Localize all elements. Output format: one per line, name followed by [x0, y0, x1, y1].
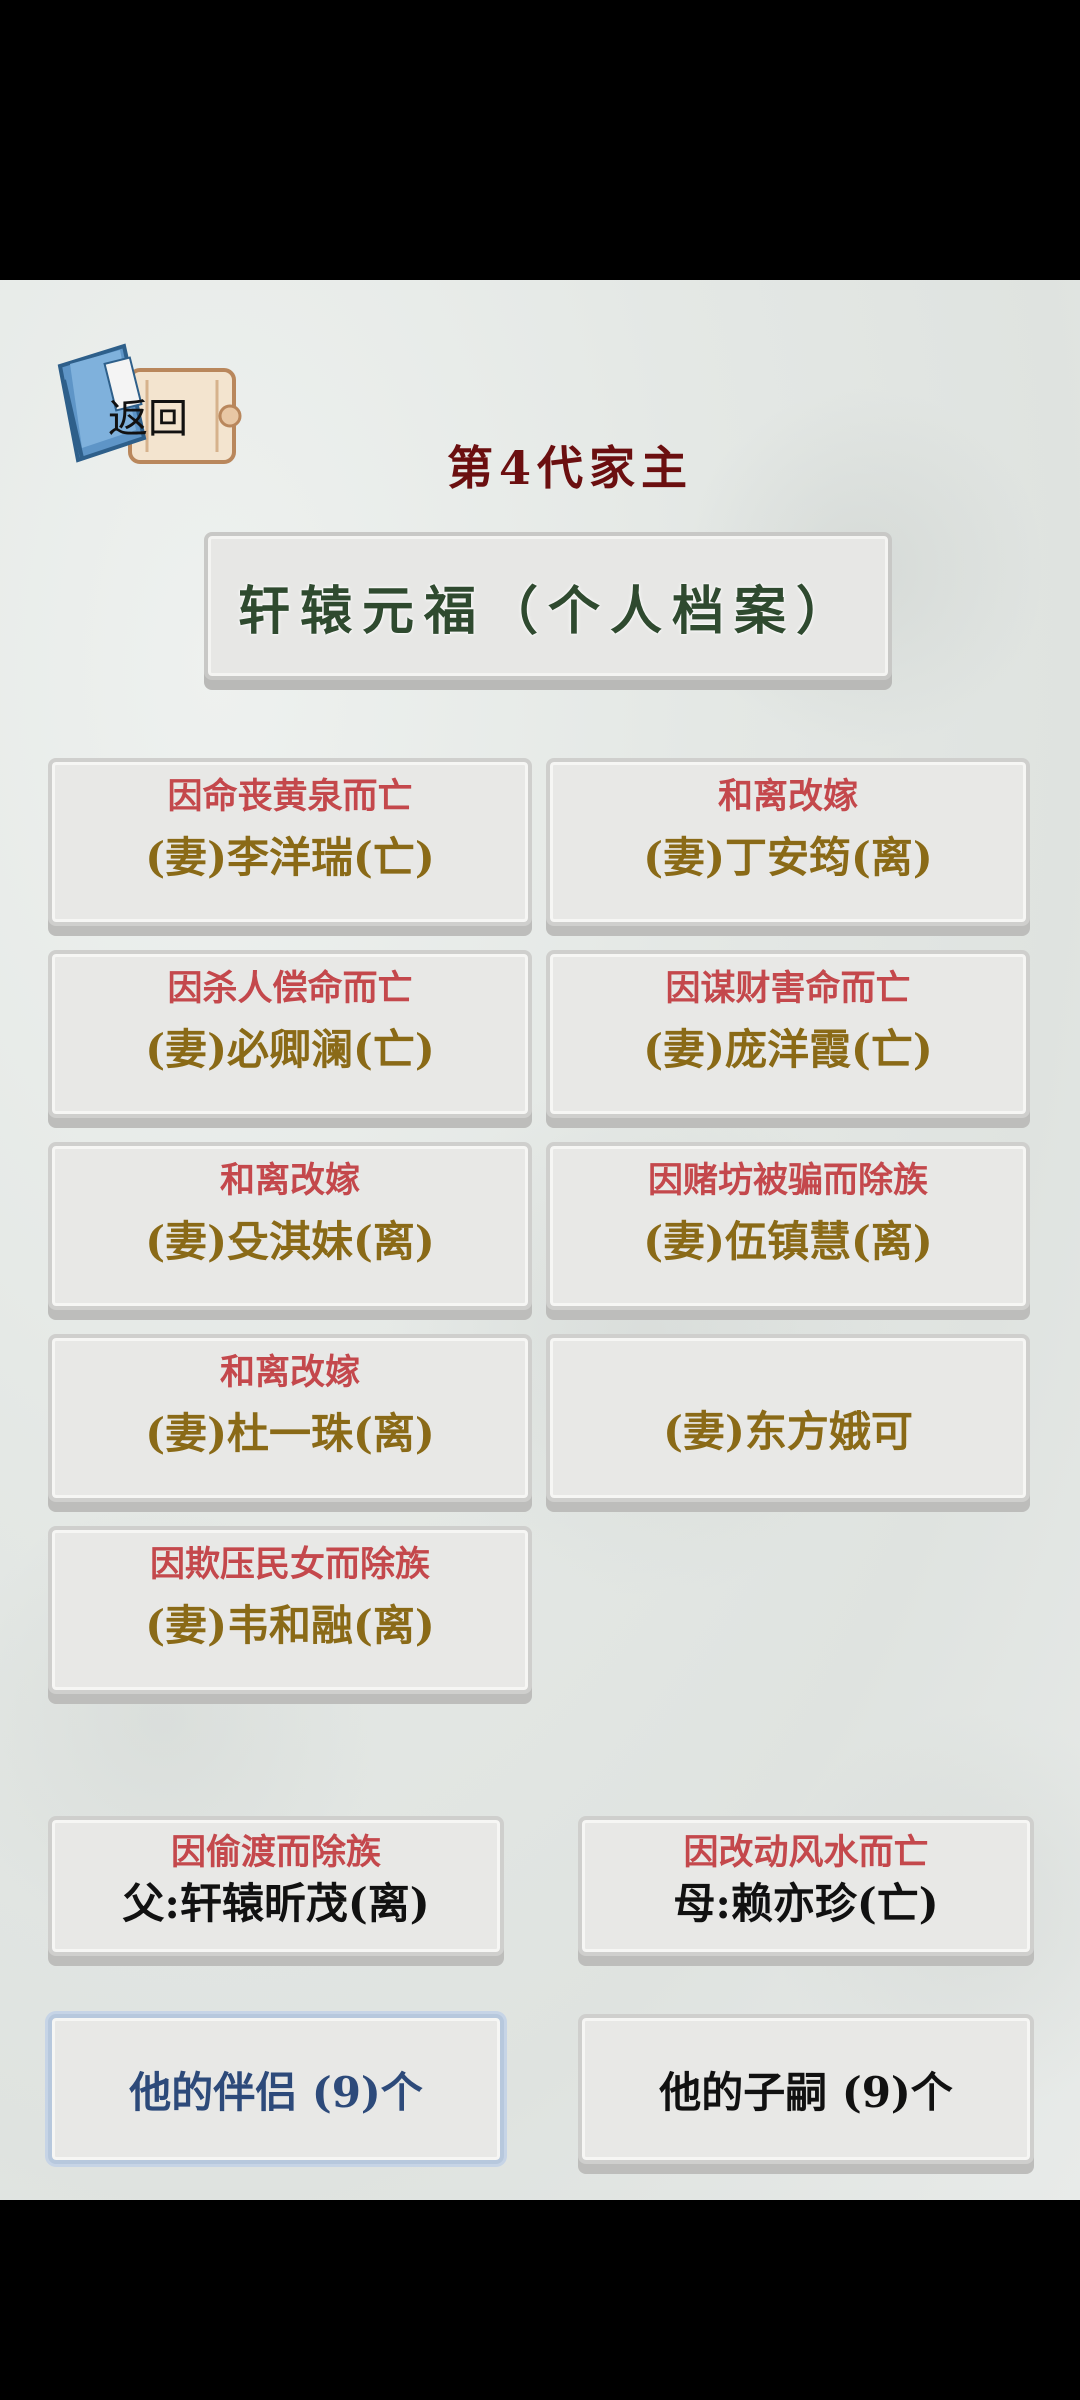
spouse-card[interactable]: (妻)东方娥可: [546, 1334, 1030, 1502]
mother-name: 母:赖亦珍(亡): [673, 1879, 939, 1928]
father-name: 父:轩辕昕茂(离): [122, 1879, 430, 1928]
screen: 返回 第4代家主 轩辕元福（个人档案） 因命丧黄泉而亡 (妻)李洋瑞(亡) 和离…: [0, 0, 1080, 2400]
spouse-status: 因赌坊被骗而除族: [647, 1160, 928, 1201]
spouse-name: (妻)伍镇慧(离): [643, 1217, 933, 1266]
person-name-plate: 轩辕元福（个人档案）: [204, 532, 892, 680]
spouse-status: 和离改嫁: [717, 776, 858, 817]
father-status: 因偷渡而除族: [170, 1832, 381, 1873]
spouse-card[interactable]: 和离改嫁 (妻)杜一珠(离): [48, 1334, 532, 1502]
partners-tab[interactable]: 他的伴侣 (9)个: [48, 2014, 504, 2164]
spouse-status: 因谋财害命而亡: [665, 968, 911, 1009]
spouse-card[interactable]: 因谋财害命而亡 (妻)庞洋霞(亡): [546, 950, 1030, 1118]
spouse-status: 因杀人偿命而亡: [167, 968, 413, 1009]
spouse-name: (妻)丁安筠(离): [643, 833, 933, 882]
spouse-status: 和离改嫁: [219, 1352, 360, 1393]
spouse-card[interactable]: 因杀人偿命而亡 (妻)必卿澜(亡): [48, 950, 532, 1118]
children-tab[interactable]: 他的子嗣 (9)个: [578, 2014, 1034, 2164]
mother-card[interactable]: 因改动风水而亡 母:赖亦珍(亡): [578, 1816, 1034, 1956]
generation-title: 第4代家主: [446, 441, 693, 495]
spouse-card[interactable]: 因赌坊被骗而除族 (妻)伍镇慧(离): [546, 1142, 1030, 1310]
spouse-name: (妻)东方娥可: [663, 1407, 913, 1456]
spouse-name: (妻)必卿澜(亡): [145, 1025, 435, 1074]
spouse-name: (妻)殳淇妹(离): [145, 1217, 435, 1266]
person-title: 轩辕元福（个人档案）: [237, 580, 858, 642]
spouse-card[interactable]: 和离改嫁 (妻)殳淇妹(离): [48, 1142, 532, 1310]
spouse-card[interactable]: 和离改嫁 (妻)丁安筠(离): [546, 758, 1030, 926]
game-area: 返回 第4代家主 轩辕元福（个人档案） 因命丧黄泉而亡 (妻)李洋瑞(亡) 和离…: [0, 280, 1080, 2200]
spouse-name: (妻)杜一珠(离): [145, 1409, 435, 1458]
spouse-status: 因欺压民女而除族: [149, 1544, 430, 1585]
spouse-name: (妻)李洋瑞(亡): [145, 833, 435, 882]
mother-status: 因改动风水而亡: [683, 1832, 929, 1873]
spouse-card[interactable]: 因命丧黄泉而亡 (妻)李洋瑞(亡): [48, 758, 532, 926]
spouse-name: (妻)庞洋霞(亡): [643, 1025, 933, 1074]
spouse-status: 和离改嫁: [219, 1160, 360, 1201]
spouse-card[interactable]: 因欺压民女而除族 (妻)韦和融(离): [48, 1526, 532, 1694]
father-card[interactable]: 因偷渡而除族 父:轩辕昕茂(离): [48, 1816, 504, 1956]
spouse-name: (妻)韦和融(离): [145, 1601, 435, 1650]
spouse-status: 因命丧黄泉而亡: [167, 776, 413, 817]
